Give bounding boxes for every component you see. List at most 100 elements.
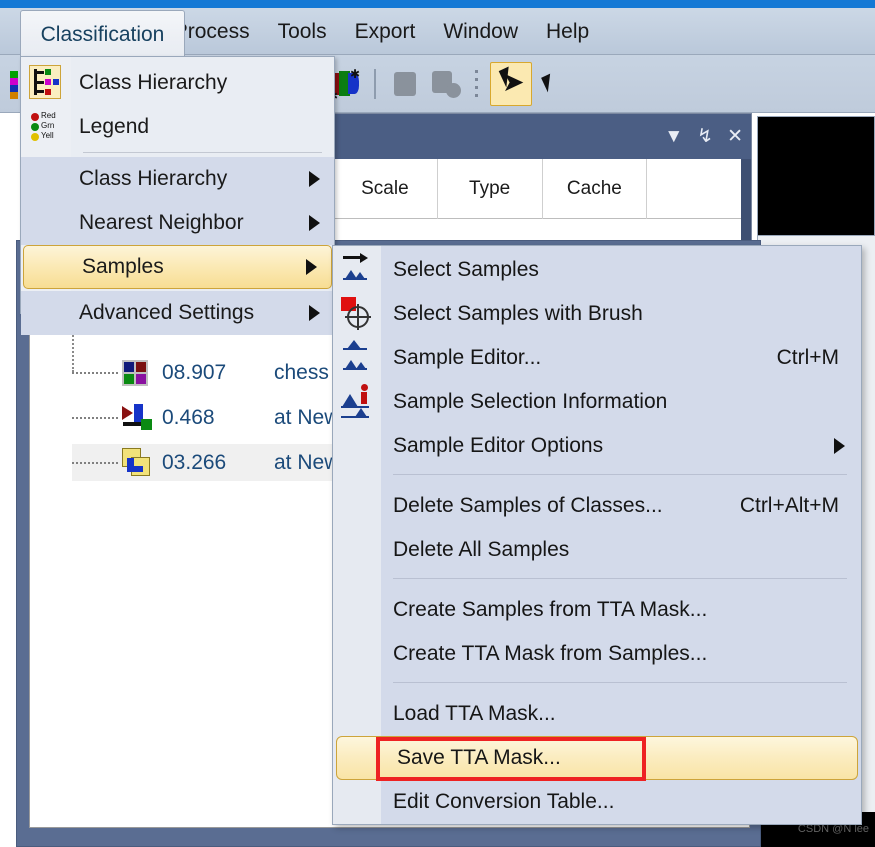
menu-item-delete-all-samples[interactable]: Delete All Samples bbox=[333, 528, 861, 572]
menu-separator bbox=[83, 152, 322, 153]
panel-pin-button[interactable]: ↯ bbox=[697, 127, 713, 146]
panel-menu-button[interactable]: ▼ bbox=[664, 127, 683, 146]
menu-item-label: Create Samples from TTA Mask... bbox=[393, 598, 708, 621]
menu-item-create-tta-mask-from-samples[interactable]: Create TTA Mask from Samples... bbox=[333, 632, 861, 676]
menu-item-class-hierarchy-submenu[interactable]: Class Hierarchy bbox=[21, 157, 334, 201]
menu-item-shortcut: Ctrl+M bbox=[776, 346, 839, 369]
blank-icon bbox=[333, 780, 385, 824]
menu-item-label: Edit Conversion Table... bbox=[393, 790, 615, 813]
panel-title-bar: ▼ ↯ ✕ bbox=[333, 114, 751, 159]
panel-close-button[interactable]: ✕ bbox=[727, 127, 743, 146]
column-header-cache[interactable]: Cache bbox=[543, 158, 648, 219]
menu-item-class-hierarchy-window[interactable]: Class Hierarchy bbox=[21, 61, 334, 105]
grip-handle[interactable] bbox=[472, 67, 482, 101]
menu-item-sample-selection-information[interactable]: Sample Selection Information bbox=[333, 380, 861, 424]
sample-editor-icon bbox=[333, 336, 385, 380]
menu-separator bbox=[393, 474, 847, 475]
blank-icon bbox=[21, 201, 71, 245]
blank-icon bbox=[333, 588, 385, 632]
cursor-select-icon[interactable]: ➤ bbox=[490, 62, 532, 106]
chevron-right-icon bbox=[309, 171, 320, 187]
chevron-right-icon bbox=[306, 259, 317, 275]
blank-icon bbox=[333, 632, 385, 676]
legend-icon: Red Grn Yell bbox=[21, 105, 71, 149]
menu-classification-tab[interactable]: Classification bbox=[20, 10, 185, 57]
classification-dropdown-menu: Class Hierarchy Red Grn Yell Legend Class … bbox=[20, 56, 335, 335]
menu-help[interactable]: Help bbox=[532, 8, 603, 55]
menu-item-label: Delete All Samples bbox=[393, 538, 570, 561]
menu-item-label: Nearest Neighbor bbox=[79, 211, 244, 234]
menu-item-nearest-neighbor[interactable]: Nearest Neighbor bbox=[21, 201, 334, 245]
menu-item-legend[interactable]: Red Grn Yell Legend bbox=[21, 105, 334, 149]
panel-title-buttons: ▼ ↯ ✕ bbox=[664, 114, 743, 159]
blank-icon bbox=[333, 692, 385, 736]
menu-item-label: Sample Selection Information bbox=[393, 390, 668, 413]
tree-row-number: 08.907 bbox=[162, 360, 227, 384]
column-header-scale[interactable]: Scale bbox=[333, 158, 438, 219]
menu-item-load-tta-mask[interactable]: Load TTA Mask... bbox=[333, 692, 861, 736]
select-samples-icon bbox=[333, 248, 385, 292]
column-header-extra[interactable] bbox=[647, 159, 751, 219]
menu-item-label: Samples bbox=[82, 255, 164, 278]
object-settings-icon[interactable] bbox=[430, 67, 464, 101]
chevron-right-icon bbox=[309, 305, 320, 321]
panel-vertical-scrollbar[interactable] bbox=[741, 159, 751, 244]
menu-item-create-samples-from-tta-mask[interactable]: Create Samples from TTA Mask... bbox=[333, 588, 861, 632]
blank-icon bbox=[333, 424, 385, 468]
menu-item-select-samples-brush[interactable]: Select Samples with Brush bbox=[333, 292, 861, 336]
menu-item-label: Legend bbox=[79, 115, 150, 138]
window-title-strip bbox=[0, 0, 875, 8]
chevron-right-icon bbox=[834, 438, 845, 454]
four-color-squares-icon bbox=[122, 358, 152, 388]
menu-item-label: Save TTA Mask... bbox=[397, 746, 561, 769]
menu-item-label: Class Hierarchy bbox=[79, 167, 228, 190]
chevron-right-icon bbox=[309, 215, 320, 231]
menu-separator bbox=[393, 578, 847, 579]
column-header-type[interactable]: Type bbox=[438, 158, 543, 219]
blank-icon bbox=[337, 736, 389, 780]
menu-separator bbox=[393, 682, 847, 683]
toolbar-separator bbox=[374, 69, 376, 99]
tree-row-number: 03.266 bbox=[162, 450, 227, 474]
blank-icon bbox=[333, 484, 385, 528]
blank-icon bbox=[21, 157, 71, 201]
menu-item-edit-conversion-table[interactable]: Edit Conversion Table... bbox=[333, 780, 861, 824]
menu-item-save-tta-mask[interactable]: Save TTA Mask... bbox=[336, 736, 858, 780]
menu-item-label: Class Hierarchy bbox=[79, 71, 228, 94]
tree-branch-dots bbox=[72, 416, 118, 419]
menu-item-label: Advanced Settings bbox=[79, 301, 255, 324]
image-viewport[interactable] bbox=[757, 116, 875, 236]
sample-info-icon bbox=[333, 380, 385, 424]
menu-item-sample-editor-options[interactable]: Sample Editor Options bbox=[333, 424, 861, 468]
menu-item-label: Sample Editor Options bbox=[393, 434, 604, 457]
menu-item-select-samples[interactable]: Select Samples bbox=[333, 248, 861, 292]
samples-submenu: Select Samples Select Samples with Brush… bbox=[332, 245, 862, 825]
menu-item-delete-samples-of-classes[interactable]: Delete Samples of Classes... Ctrl+Alt+M bbox=[333, 484, 861, 528]
menu-item-label: Select Samples bbox=[393, 258, 539, 281]
application-window: Classification Process Tools Export Wind… bbox=[0, 0, 875, 847]
panel-column-headers: Scale Type Cache bbox=[333, 158, 751, 219]
brush-samples-icon bbox=[333, 292, 385, 336]
copy-pages-icon bbox=[122, 447, 152, 478]
menu-item-label: Create TTA Mask from Samples... bbox=[393, 642, 708, 665]
menu-item-label: Delete Samples of Classes... bbox=[393, 494, 663, 517]
blank-icon bbox=[21, 291, 71, 335]
menu-tools[interactable]: Tools bbox=[264, 8, 341, 55]
menu-export[interactable]: Export bbox=[341, 8, 430, 55]
menu-item-label: Load TTA Mask... bbox=[393, 702, 556, 725]
object-3d-icon[interactable] bbox=[388, 67, 422, 101]
tree-branch-dots bbox=[72, 461, 118, 464]
menu-item-advanced-settings[interactable]: Advanced Settings bbox=[21, 291, 334, 335]
menu-item-shortcut: Ctrl+Alt+M bbox=[739, 494, 839, 517]
menu-item-label: Sample Editor... bbox=[393, 346, 542, 369]
menu-window[interactable]: Window bbox=[429, 8, 532, 55]
cursor-pick-icon[interactable] bbox=[540, 67, 574, 101]
class-hierarchy-icon bbox=[21, 61, 71, 105]
menu-item-label: Select Samples with Brush bbox=[393, 302, 643, 325]
menu-item-sample-editor[interactable]: Sample Editor... Ctrl+M bbox=[333, 336, 861, 380]
blank-icon bbox=[333, 528, 385, 572]
properties-panel: ▼ ↯ ✕ Scale Type Cache bbox=[332, 113, 752, 246]
menu-classification-label: Classification bbox=[40, 23, 165, 46]
menu-item-samples[interactable]: Samples bbox=[23, 245, 332, 289]
arrow-bars-icon bbox=[122, 403, 152, 433]
